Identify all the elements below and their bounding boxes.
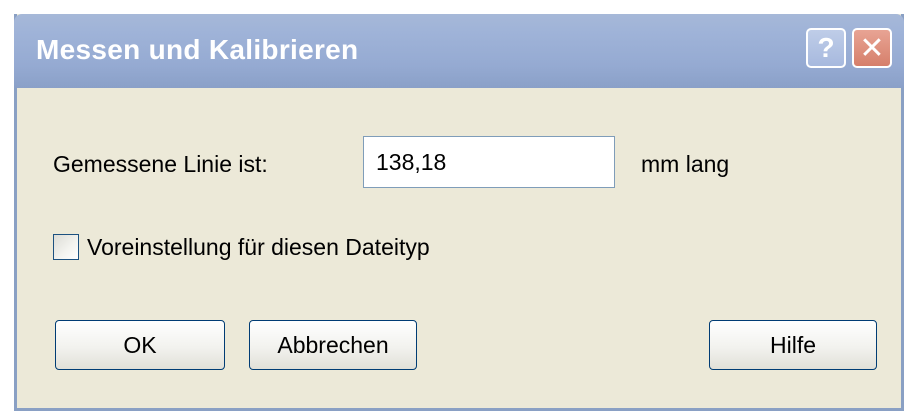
ok-button[interactable]: OK [55, 320, 225, 370]
default-for-filetype-checkbox[interactable] [53, 234, 79, 260]
window-title: Messen und Kalibrieren [36, 34, 359, 65]
measured-line-label: Gemessene Linie ist: [53, 151, 268, 177]
help-button[interactable]: Hilfe [709, 320, 877, 370]
cancel-button[interactable]: Abbrechen [249, 320, 417, 370]
title-bar[interactable]: Messen und Kalibrieren ? ✕ [14, 14, 904, 88]
measure-calibrate-dialog: Messen und Kalibrieren ? ✕ Gemessene Lin… [14, 14, 904, 411]
help-icon[interactable]: ? [806, 28, 846, 68]
close-icon[interactable]: ✕ [852, 28, 892, 68]
default-for-filetype-label[interactable]: Voreinstellung für diesen Dateityp [87, 234, 430, 261]
line-length-input[interactable] [363, 136, 615, 188]
close-glyph: ✕ [859, 31, 885, 65]
help-glyph: ? [817, 32, 835, 63]
unit-label: mm lang [641, 151, 730, 177]
default-for-filetype-option[interactable]: Voreinstellung für diesen Dateityp [53, 229, 430, 265]
